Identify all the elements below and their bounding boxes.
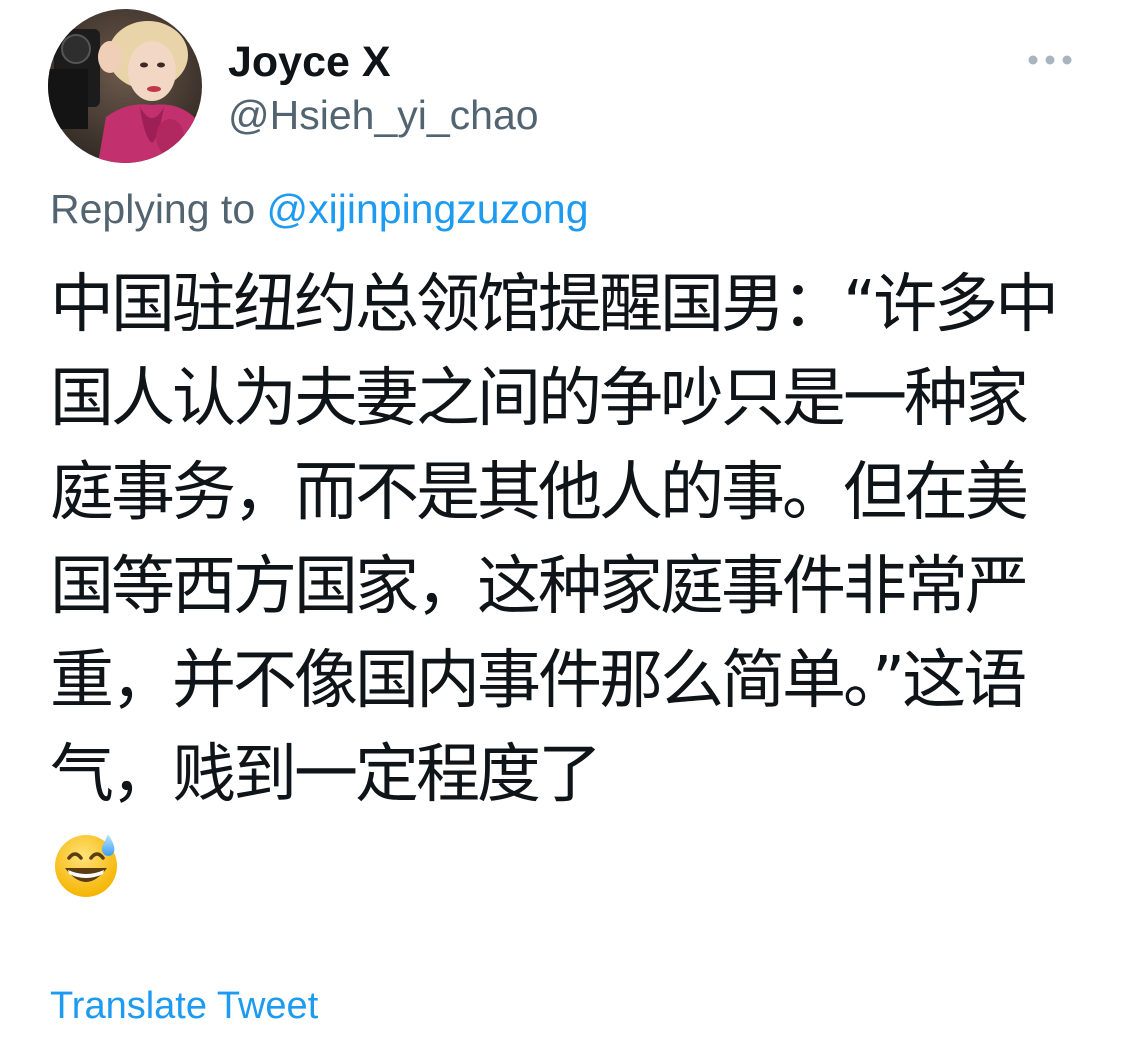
replying-to-line: Replying to @xijinpingzuzong xyxy=(50,184,589,234)
grinning-sweat-emoji-icon xyxy=(55,834,117,897)
grinning-face-with-sweat-emoji xyxy=(53,830,121,898)
translate-tweet-link[interactable]: Translate Tweet xyxy=(50,982,318,1030)
avatar[interactable] xyxy=(48,9,202,163)
tweet-text: 中国驻纽约总领馆提醒国男：“许多中国人认为夫妻之间的争吵只是一种家庭事务，而不是… xyxy=(50,268,1059,812)
tweet: Joyce X @Hsieh_yi_chao Replying to @xiji… xyxy=(0,0,1125,1059)
more-options-button[interactable] xyxy=(1024,46,1076,74)
ellipsis-icon xyxy=(1028,55,1072,65)
replying-to-label: Replying to xyxy=(50,186,267,232)
user-handle[interactable]: @Hsieh_yi_chao xyxy=(228,90,539,140)
avatar-image xyxy=(48,9,202,163)
reply-mention-link[interactable]: @xijinpingzuzong xyxy=(267,186,589,232)
display-name[interactable]: Joyce X xyxy=(228,36,391,88)
